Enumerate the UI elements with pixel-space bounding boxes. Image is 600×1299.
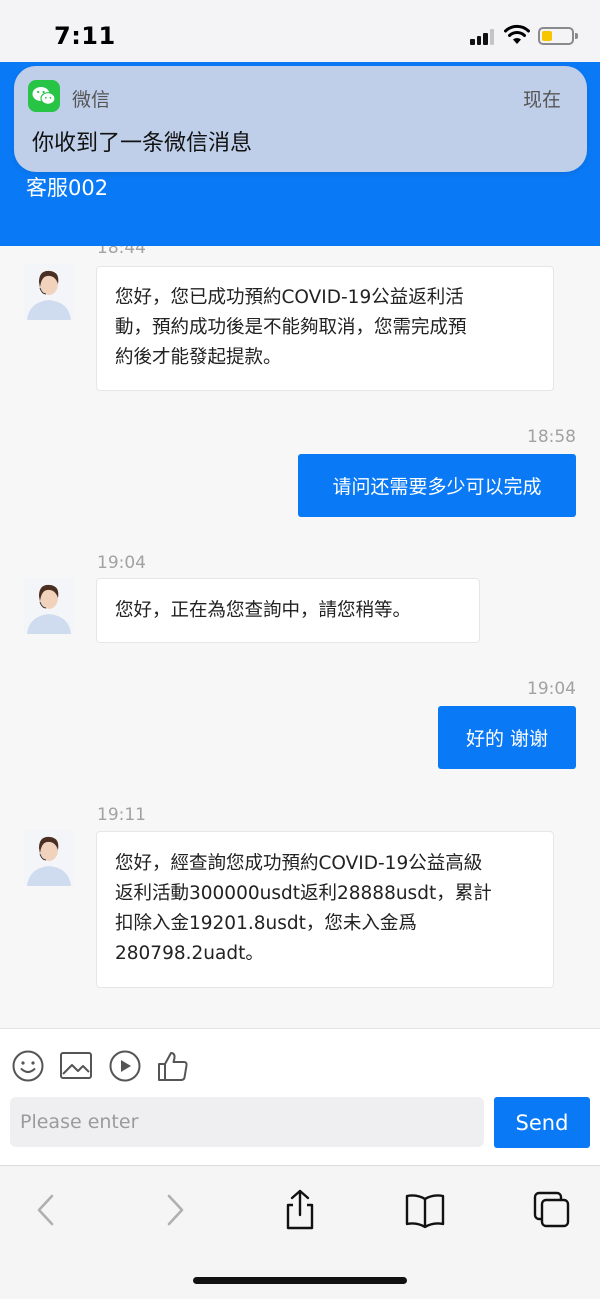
forward-icon[interactable] [153, 1188, 197, 1232]
status-time: 7:11 [54, 22, 116, 50]
share-icon[interactable] [278, 1188, 322, 1232]
message-line: 您好，正在為您查詢中，請您稍等。 [115, 600, 412, 621]
agent-avatar [24, 264, 74, 320]
wechat-icon [28, 80, 60, 112]
battery-icon [538, 27, 578, 45]
status-bar: 7:11 [0, 0, 600, 62]
message-line: 動，預約成功後是不能夠取消，您需完成預 [115, 317, 467, 338]
message-text: 请问还需要多少可以完成 [332, 476, 542, 498]
outgoing-message-bubble: 好的 谢谢 [438, 706, 576, 769]
message-line: 您好，經查詢您成功預約COVID-19公益高級 [115, 853, 483, 874]
message-timestamp: 19:11 [97, 805, 146, 825]
message-text: 好的 谢谢 [465, 728, 549, 750]
incoming-message-bubble: 您好，您已成功預約COVID-19公益返利活 動，預約成功後是不能夠取消，您需完… [96, 266, 554, 391]
message-timestamp: 18:44 [97, 246, 146, 258]
agent-avatar [24, 578, 74, 634]
tabs-icon[interactable] [530, 1188, 574, 1232]
message-timestamp: 18:58 [527, 427, 576, 447]
notification-app-name: 微信 [72, 89, 111, 111]
agent-avatar [24, 830, 74, 886]
message-composer: Send [0, 1028, 600, 1165]
send-button-label: Send [515, 1110, 569, 1135]
notification-message: 你收到了一条微信消息 [32, 131, 253, 156]
cellular-signal-icon [470, 29, 496, 45]
message-line: 約後才能發起提款。 [115, 347, 282, 368]
message-timestamp: 19:04 [97, 553, 146, 573]
bookmarks-icon[interactable] [403, 1188, 447, 1232]
outgoing-message-bubble: 请问还需要多少可以完成 [298, 454, 576, 517]
incoming-message-bubble: 您好，經查詢您成功預約COVID-19公益高級 返利活動300000usdt返利… [96, 831, 554, 988]
chat-message-list[interactable]: 18:44 您好，您已成功預約COVID-19公益返利活 動，預約成功後是不能夠… [0, 246, 600, 1028]
image-icon[interactable] [59, 1049, 93, 1083]
emoji-icon[interactable] [11, 1049, 45, 1083]
message-line: 返利活動300000usdt返利28888usdt，累計 [115, 883, 492, 904]
message-line: 280798.2uadt。 [115, 943, 264, 964]
wifi-icon [504, 24, 530, 44]
message-line: 扣除入金19201.8usdt，您未入金爲 [115, 913, 417, 934]
video-icon[interactable] [108, 1049, 142, 1083]
incoming-message-bubble: 您好，正在為您查詢中，請您稍等。 [96, 578, 480, 643]
thumbs-up-icon[interactable] [156, 1049, 190, 1083]
notification-banner[interactable]: 微信 现在 你收到了一条微信消息 [14, 66, 587, 172]
message-line: 您好，您已成功預約COVID-19公益返利活 [115, 287, 464, 308]
send-button[interactable]: Send [494, 1097, 590, 1148]
back-icon[interactable] [24, 1188, 68, 1232]
message-timestamp: 19:04 [527, 679, 576, 699]
home-indicator[interactable] [193, 1277, 407, 1284]
notification-time: 现在 [522, 89, 561, 111]
message-input[interactable] [10, 1097, 484, 1147]
chat-title: 客服002 [26, 176, 109, 200]
